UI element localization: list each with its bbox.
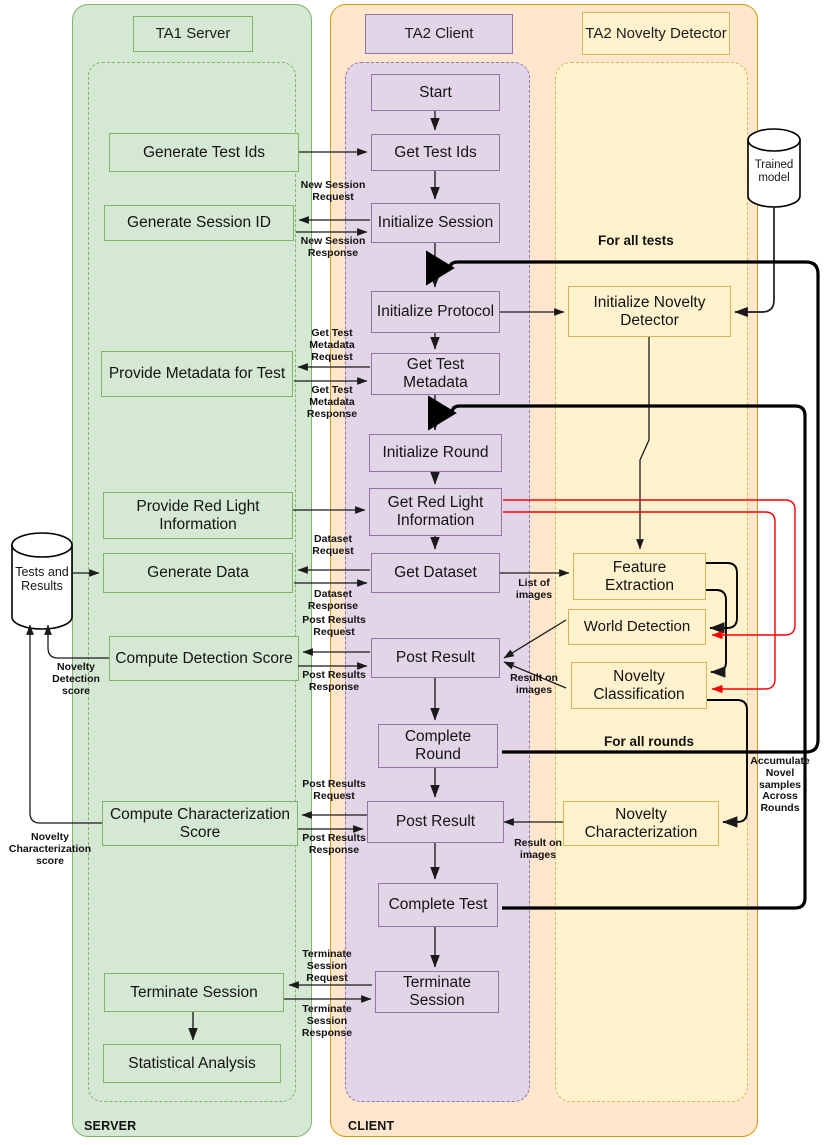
edge-label-post-results-response-1: Post Results Response	[302, 669, 366, 693]
node-terminate-session-server[interactable]: Terminate Session	[104, 973, 284, 1012]
node-post-result-detection[interactable]: Post Result	[371, 638, 500, 678]
node-terminate-session-client[interactable]: Terminate Session	[375, 971, 499, 1013]
edge-label-post-results-response-2: Post Results Response	[302, 832, 366, 856]
edge-label-dataset-response: Dataset Response	[307, 588, 359, 612]
edge-label-terminate-session-request: Terminate Session Request	[302, 948, 352, 984]
lane-title-server: TA1 Server	[133, 16, 253, 52]
edge-label-post-results-request-1: Post Results Request	[302, 614, 366, 638]
node-generate-session-id[interactable]: Generate Session ID	[104, 205, 294, 241]
edge-label-new-session-request: New Session Request	[300, 179, 366, 203]
edge-label-dataset-request: Dataset Request	[312, 533, 354, 557]
node-get-test-metadata[interactable]: Get Test Metadata	[371, 353, 500, 395]
edge-label-accumulate-novel-samples: Accumulate Novel samples Across Rounds	[750, 755, 810, 814]
edge-label-novelty-characterization-score: Novelty Characterization score	[8, 831, 92, 867]
node-generate-test-ids[interactable]: Generate Test Ids	[109, 133, 299, 172]
node-novelty-characterization[interactable]: Novelty Characterization	[563, 801, 719, 846]
diagram-canvas: TA1 Server TA2 Client TA2 Novelty Detect…	[0, 0, 836, 1145]
lane-title-client: TA2 Client	[365, 14, 513, 54]
node-compute-characterization-score[interactable]: Compute Characterization Score	[102, 801, 298, 846]
edge-label-get-test-metadata-request: Get Test Metadata Request	[309, 327, 355, 363]
edge-label-list-of-images: List of images	[515, 577, 553, 601]
edge-label-terminate-session-response: Terminate Session Response	[301, 1003, 353, 1039]
node-generate-data[interactable]: Generate Data	[103, 553, 293, 593]
node-get-test-ids[interactable]: Get Test Ids	[371, 134, 500, 171]
loop-label-for-all-rounds: For all rounds	[604, 734, 695, 749]
node-novelty-classification[interactable]: Novelty Classification	[571, 662, 707, 709]
node-initialize-protocol[interactable]: Initialize Protocol	[371, 291, 500, 333]
datastore-label-tests-and-results: Tests and Results	[15, 564, 69, 593]
lane-footer-server: SERVER	[84, 1119, 137, 1133]
edge-label-post-results-request-2: Post Results Request	[302, 778, 366, 802]
node-post-result-characterization[interactable]: Post Result	[367, 801, 504, 843]
datastore-label-trained-model: Trained model	[754, 158, 794, 184]
edge-label-result-on-images-1: Result on images	[510, 672, 558, 696]
lane-footer-client: CLIENT	[348, 1119, 395, 1133]
node-feature-extraction[interactable]: Feature Extraction	[573, 553, 706, 600]
node-complete-round[interactable]: Complete Round	[378, 724, 498, 768]
node-provide-metadata-for-test[interactable]: Provide Metadata for Test	[101, 351, 293, 397]
node-initialize-round[interactable]: Initialize Round	[369, 434, 502, 472]
node-world-detection[interactable]: World Detection	[568, 609, 706, 645]
edge-label-get-test-metadata-response: Get Test Metadata Response	[306, 384, 358, 420]
lane-title-detector: TA2 Novelty Detector	[582, 12, 730, 55]
edge-label-novelty-detection-score: Novelty Detection score	[52, 661, 100, 697]
edge-label-result-on-images-2: Result on images	[514, 837, 562, 861]
edge-label-new-session-response: New Session Response	[300, 235, 366, 259]
node-initialize-session[interactable]: Initialize Session	[371, 203, 500, 243]
node-get-red-light-information[interactable]: Get Red Light Information	[369, 488, 502, 536]
node-initialize-novelty-detector[interactable]: Initialize Novelty Detector	[568, 286, 731, 337]
node-provide-red-light-information[interactable]: Provide Red Light Information	[103, 492, 293, 539]
node-complete-test[interactable]: Complete Test	[378, 883, 498, 927]
node-get-dataset[interactable]: Get Dataset	[371, 553, 500, 593]
node-statistical-analysis[interactable]: Statistical Analysis	[103, 1044, 281, 1083]
node-compute-detection-score[interactable]: Compute Detection Score	[109, 636, 299, 681]
loop-label-for-all-tests: For all tests	[598, 233, 674, 248]
node-start[interactable]: Start	[371, 74, 500, 111]
